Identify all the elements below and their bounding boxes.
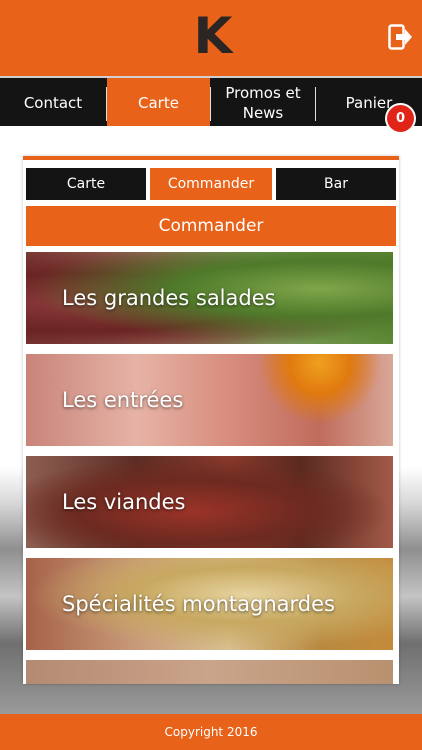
nav-item-label: Carte: [138, 94, 179, 112]
category-specialites[interactable]: Spécialités montagnardes: [26, 558, 393, 650]
nav-item-label: Contact: [23, 94, 83, 112]
category-viandes[interactable]: Les viandes: [26, 456, 393, 548]
category-label: Les grandes salades: [62, 286, 276, 310]
nav-item-promos[interactable]: Promos et News: [211, 78, 315, 128]
app-header: K: [0, 0, 422, 76]
category-entrees[interactable]: Les entrées: [26, 354, 393, 446]
tab-label: Bar: [324, 176, 348, 192]
section-title: Commander: [26, 206, 396, 246]
nav-item-label: Promos et News: [225, 84, 301, 122]
category-partial[interactable]: [26, 660, 393, 684]
panel-tabs: Carte Commander Bar: [26, 168, 396, 200]
category-label: Les viandes: [62, 490, 186, 514]
nav-item-label: Panier: [345, 94, 393, 112]
footer: Copyright 2016: [0, 714, 422, 750]
logout-icon[interactable]: [388, 24, 412, 50]
tab-commander[interactable]: Commander: [150, 168, 272, 200]
tab-label: Commander: [167, 176, 255, 192]
logo: K: [193, 7, 233, 65]
copyright-text: Copyright 2016: [164, 725, 258, 739]
tab-bar[interactable]: Bar: [276, 168, 396, 200]
category-label: Les entrées: [62, 388, 184, 412]
category-label: Spécialités montagnardes: [62, 592, 335, 616]
cart-count-badge: 0: [387, 105, 414, 132]
nav-item-carte[interactable]: Carte: [107, 78, 210, 128]
category-salades[interactable]: Les grandes salades: [26, 252, 393, 344]
main-nav: Contact Carte Promos et News Panier: [0, 76, 422, 128]
order-panel: Carte Commander Bar Commander Les grande…: [23, 156, 399, 684]
tab-label: Carte: [66, 176, 106, 192]
nav-item-contact[interactable]: Contact: [0, 78, 106, 128]
tab-carte[interactable]: Carte: [26, 168, 146, 200]
